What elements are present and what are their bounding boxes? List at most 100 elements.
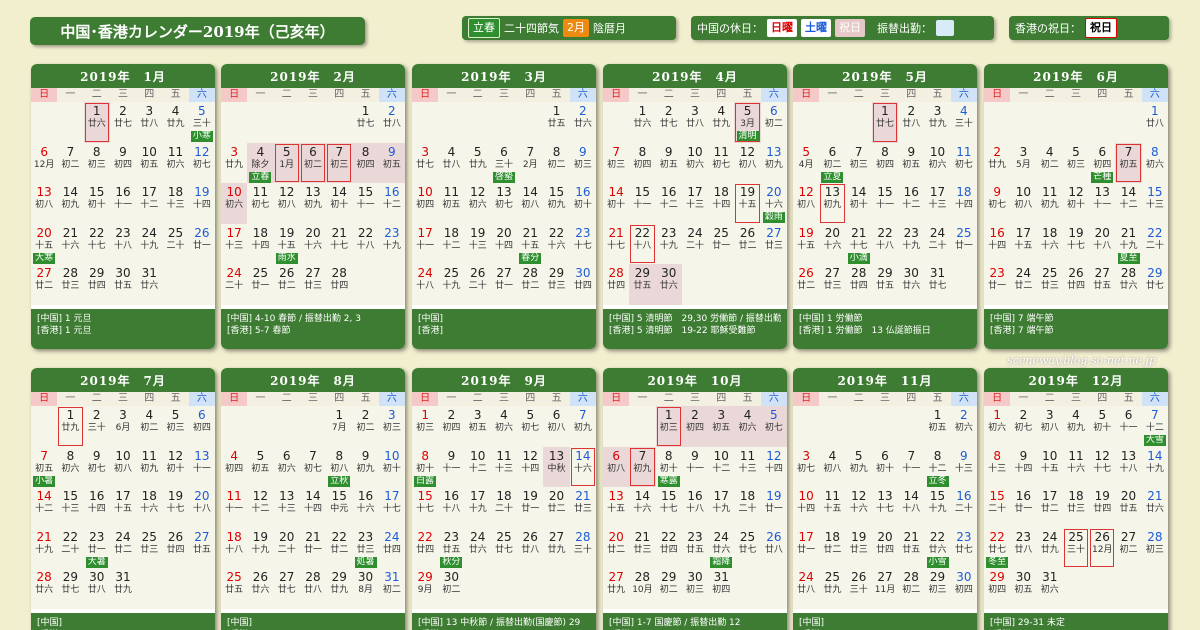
day-cell[interactable]: 20 十八 <box>189 487 215 528</box>
day-cell[interactable]: 20 廿四 <box>872 528 898 569</box>
day-cell[interactable]: 10 初六 <box>924 143 950 184</box>
day-cell[interactable]: 12 初七 <box>189 143 215 184</box>
day-cell[interactable]: 10 初四 <box>412 183 438 224</box>
day-cell[interactable]: 6 初四 <box>189 406 215 447</box>
day-cell[interactable]: 13 中秋 <box>543 446 570 487</box>
day-cell[interactable]: 3 初五 <box>708 406 735 447</box>
day-cell[interactable]: 17 十二 <box>136 183 162 224</box>
day-cell[interactable]: 20 十六 <box>819 224 845 265</box>
day-cell[interactable]: 14 十二 <box>1115 183 1141 224</box>
day-cell[interactable]: 30 廿四 <box>570 264 596 305</box>
day-cell[interactable]: 16 十八 <box>682 487 708 528</box>
day-cell[interactable]: 28 廿四 <box>603 264 629 305</box>
day-cell[interactable]: 19 廿三 <box>846 528 872 569</box>
day-cell[interactable]: 16 十八 <box>438 487 464 528</box>
day-cell[interactable]: 22 二十 <box>1142 224 1168 265</box>
day-cell[interactable]: 23 廿五 秋分 <box>438 528 464 569</box>
day-cell[interactable]: 16 二十 <box>951 487 977 528</box>
day-cell[interactable]: 15 十七 <box>412 487 438 528</box>
day-cell[interactable]: 29 初二 <box>656 568 682 609</box>
day-cell[interactable]: 19 十九 <box>247 528 273 569</box>
day-cell[interactable]: 11 十六 <box>1063 447 1089 488</box>
day-cell[interactable]: 2 廿八 <box>898 102 924 143</box>
day-cell[interactable]: 23 廿八 <box>1010 528 1036 569</box>
day-cell[interactable]: 29 廿七 <box>57 568 83 609</box>
day-cell[interactable]: 28 初三 <box>1142 528 1168 569</box>
day-cell[interactable]: 7 初五 小暑 <box>31 447 57 488</box>
day-cell[interactable]: 18 十四 <box>951 183 977 224</box>
day-cell[interactable]: 23 廿五 <box>682 528 708 569</box>
day-cell[interactable]: 4 初四 <box>221 447 247 488</box>
day-cell[interactable]: 3 廿八 <box>136 102 162 143</box>
day-cell[interactable]: 8 初三 <box>84 143 110 184</box>
day-cell[interactable]: 14 十八 <box>898 487 924 528</box>
day-cell[interactable]: 2 廿七 <box>110 102 136 143</box>
day-cell[interactable]: 4 初二 <box>136 406 162 447</box>
day-cell[interactable]: 16 十四 <box>84 487 110 528</box>
day-cell[interactable]: 19 十三 <box>465 224 491 265</box>
day-cell[interactable]: 22 二十 <box>57 528 83 569</box>
day-cell[interactable]: 18 十四 <box>247 224 273 265</box>
day-cell[interactable]: 9 十一 <box>438 447 464 488</box>
day-cell[interactable]: 10 初八 <box>1010 183 1036 224</box>
day-cell[interactable]: 29 9月 <box>412 568 438 609</box>
day-cell[interactable]: 8 初四 <box>352 142 379 183</box>
day-cell[interactable]: 9 十四 <box>1010 447 1036 488</box>
day-cell[interactable]: 8 初十 白露 <box>412 447 438 488</box>
day-cell[interactable]: 8 初六 <box>1142 143 1168 184</box>
day-cell[interactable]: 30 初四 <box>951 568 977 609</box>
day-cell[interactable]: 22 廿四 <box>656 528 682 569</box>
day-cell[interactable]: 25 廿七 <box>734 528 760 569</box>
day-cell[interactable]: 14 初九 <box>57 183 83 224</box>
day-cell[interactable]: 15 十三 <box>1142 183 1168 224</box>
day-cell[interactable]: 18 十六 <box>1037 224 1063 265</box>
day-cell[interactable]: 5 初三 <box>162 406 188 447</box>
day-cell[interactable]: 16 十六 <box>352 487 378 528</box>
day-cell[interactable]: 22 十八 <box>629 224 655 265</box>
day-cell[interactable]: 23 十七 <box>570 224 596 265</box>
day-cell[interactable]: 24 二十 <box>682 224 708 265</box>
day-cell[interactable]: 13 初九 <box>300 183 326 224</box>
day-cell[interactable]: 19 十五 <box>734 183 760 224</box>
day-cell[interactable]: 21 廿一 <box>300 528 326 569</box>
day-cell[interactable]: 11 十三 <box>734 447 760 488</box>
day-cell[interactable]: 19 十五 雨水 <box>274 224 300 265</box>
day-cell[interactable]: 17 十一 <box>412 224 438 265</box>
day-cell[interactable]: 5 4月 <box>793 143 819 184</box>
day-cell[interactable]: 10 十四 <box>793 487 819 528</box>
day-cell[interactable]: 29 廿四 <box>84 264 110 305</box>
day-cell[interactable]: 27 廿三 <box>300 264 326 305</box>
day-cell[interactable]: 8 十二 立冬 <box>924 447 950 488</box>
day-cell[interactable]: 3 廿七 <box>412 143 438 184</box>
day-cell[interactable]: 28 廿四 <box>326 264 352 305</box>
day-cell[interactable]: 30 初五 <box>1010 568 1036 609</box>
day-cell[interactable]: 6 三十 啓蟄 <box>491 143 517 184</box>
day-cell[interactable]: 10 初八 <box>110 447 136 488</box>
day-cell[interactable]: 26 廿一 <box>189 224 215 265</box>
day-cell[interactable]: 13 初八 <box>31 183 57 224</box>
day-cell[interactable]: 27 11月 <box>872 568 898 609</box>
day-cell[interactable]: 11 初九 <box>136 447 162 488</box>
day-cell[interactable]: 1 廿七 <box>352 102 378 143</box>
day-cell[interactable]: 7 初九 <box>570 406 596 447</box>
day-cell[interactable]: 12 十四 <box>517 447 543 488</box>
day-cell[interactable]: 15 二十 <box>984 487 1010 528</box>
day-cell[interactable]: 12 初八 <box>734 143 760 184</box>
day-cell[interactable]: 24 廿二 <box>1010 264 1036 305</box>
day-cell[interactable]: 30 廿六 <box>898 264 924 305</box>
day-cell[interactable]: 15 十一 <box>872 183 898 224</box>
day-cell[interactable]: 6 初四 芒種 <box>1089 143 1115 184</box>
day-cell[interactable]: 2 初七 <box>1010 406 1036 447</box>
day-cell[interactable]: 5 三十 小寒 <box>189 102 215 143</box>
day-cell[interactable]: 4 初八 <box>819 447 845 488</box>
day-cell[interactable]: 26 廿二 <box>734 224 760 265</box>
day-cell[interactable]: 23 廿七 <box>951 528 977 569</box>
day-cell[interactable]: 30 廿六 <box>655 264 682 305</box>
day-cell[interactable]: 20 十八 <box>1089 224 1115 265</box>
day-cell[interactable]: 27 廿九 <box>543 528 569 569</box>
day-cell[interactable]: 18 廿二 <box>819 528 845 569</box>
day-cell[interactable]: 25 廿一 <box>951 224 977 265</box>
day-cell[interactable]: 3 初五 <box>465 406 491 447</box>
day-cell[interactable]: 24 廿六 霜降 <box>708 528 734 569</box>
day-cell[interactable]: 14 初十 <box>846 183 872 224</box>
